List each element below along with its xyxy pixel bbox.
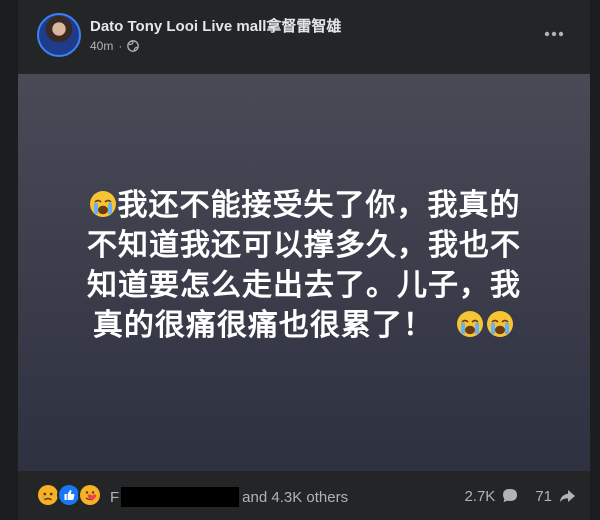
crying-face-emoji-icon bbox=[88, 189, 118, 219]
engagement-stats: 2.7K 71 bbox=[464, 487, 576, 505]
reaction-name-prefix: F bbox=[110, 488, 120, 506]
crying-face-emoji-icon bbox=[455, 309, 485, 339]
crying-face-emoji-icon bbox=[485, 309, 515, 339]
globe-icon[interactable] bbox=[127, 40, 140, 52]
share-count[interactable]: 71 bbox=[535, 488, 552, 505]
post-meta: 40m · bbox=[90, 39, 140, 53]
post-text: 我还不能接受失了你，我真的 不知道我还可以撑多久，我也不 知道要怎么走出去了。儿… bbox=[58, 186, 550, 346]
post-text-line-1-text: 我还不能接受失了你，我真的 bbox=[117, 189, 521, 222]
post-header: Dato Tony Looi Live mall拿督雷智雄 40m · bbox=[18, 0, 590, 72]
author-name[interactable]: Dato Tony Looi Live mall拿督雷智雄 bbox=[90, 15, 341, 36]
post-text-line-4: 真的很痛很痛也很累了！ bbox=[58, 306, 550, 346]
post-footer: F and 4.3K others 2.7K 71 bbox=[18, 471, 590, 520]
post-background[interactable]: 我还不能接受失了你，我真的 不知道我还可以撑多久，我也不 知道要怎么走出去了。儿… bbox=[18, 74, 590, 471]
share-icon[interactable] bbox=[558, 487, 576, 505]
more-options-button[interactable] bbox=[540, 22, 568, 46]
post-card: Dato Tony Looi Live mall拿督雷智雄 40m · 我还不能… bbox=[18, 0, 590, 520]
reaction-summary[interactable] bbox=[36, 483, 102, 507]
redacted-name-block bbox=[121, 487, 240, 507]
post-text-line-4-text: 真的很痛很痛也很累了！ bbox=[92, 309, 434, 342]
comment-icon[interactable] bbox=[501, 487, 519, 505]
more-horizontal-icon bbox=[544, 31, 564, 37]
author-avatar[interactable] bbox=[37, 13, 81, 57]
post-text-line-2: 不知道我还可以撑多久，我也不 bbox=[87, 229, 521, 262]
post-text-line-3: 知道要怎么走出去了。儿子，我 bbox=[87, 269, 521, 302]
comment-count[interactable]: 2.7K bbox=[464, 488, 495, 505]
reaction-names[interactable]: F and 4.3K others bbox=[110, 487, 348, 507]
post-text-line-1: 我还不能接受失了你，我真的 bbox=[58, 186, 550, 226]
meta-separator: · bbox=[118, 39, 123, 53]
post-time[interactable]: 40m bbox=[90, 39, 113, 53]
reaction-others: and 4.3K others bbox=[242, 488, 349, 506]
care-reaction-icon bbox=[78, 483, 102, 507]
